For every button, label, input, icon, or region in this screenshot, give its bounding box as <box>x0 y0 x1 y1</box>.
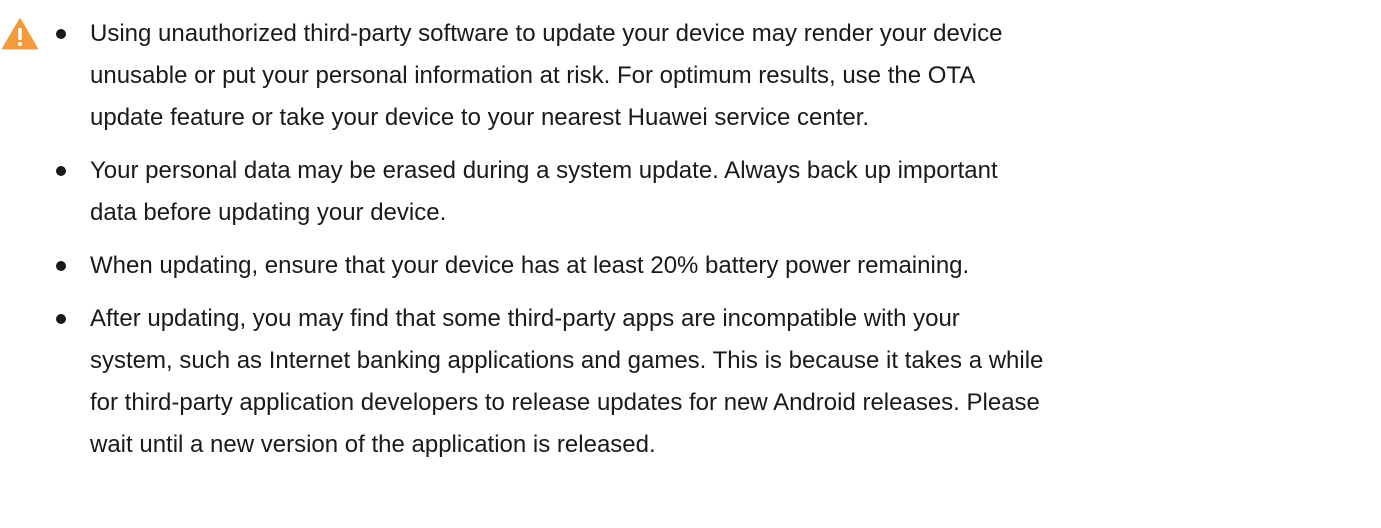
note-line: wait until a new version of the applicat… <box>90 431 656 458</box>
note-line: After updating, you may find that some t… <box>90 305 960 332</box>
bullet-icon <box>56 29 66 39</box>
note-item: Using unauthorized third-party software … <box>0 0 1381 139</box>
note-line: unusable or put your personal informatio… <box>90 62 976 89</box>
note-item: When updating, ensure that your device h… <box>0 245 1381 287</box>
bullet-icon <box>56 261 66 271</box>
note-line: for third-party application developers t… <box>90 389 1040 416</box>
note-item: After updating, you may find that some t… <box>0 298 1381 466</box>
note-item: Your personal data may be erased during … <box>0 150 1381 234</box>
bullet-icon <box>56 166 66 176</box>
note-line: Using unauthorized third-party software … <box>90 20 1003 47</box>
note-line: Your personal data may be erased during … <box>90 157 998 184</box>
note-line: When updating, ensure that your device h… <box>90 252 970 279</box>
notes-list: Using unauthorized third-party software … <box>0 0 1381 477</box>
bullet-icon <box>56 314 66 324</box>
note-line: data before updating your device. <box>90 199 447 226</box>
note-line: update feature or take your device to yo… <box>90 104 870 131</box>
note-line: system, such as Internet banking applica… <box>90 347 1044 374</box>
